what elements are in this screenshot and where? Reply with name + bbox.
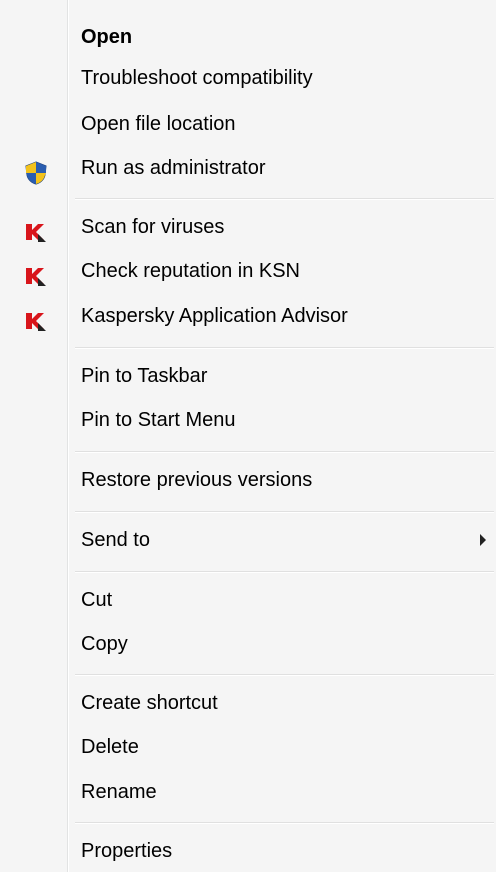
menu-item-label: Kaspersky Application Advisor xyxy=(81,305,348,327)
menu-separator xyxy=(75,822,494,824)
menu-item-label: Restore previous versions xyxy=(81,469,313,491)
menu-item-label: Scan for viruses xyxy=(81,216,225,238)
menu-item-troubleshoot-compatibility[interactable]: Troubleshoot compatibility xyxy=(6,56,490,100)
kaspersky-icon xyxy=(24,216,48,242)
menu-item-check-reputation-in-ksn[interactable]: Check reputation in KSN xyxy=(6,249,490,293)
menu-item-label: Check reputation in KSN xyxy=(81,260,301,282)
menu-item-label: Create shortcut xyxy=(81,692,218,714)
menu-item-open[interactable]: Open xyxy=(6,15,490,59)
menu-item-pin-to-start-menu[interactable]: Pin to Start Menu xyxy=(6,398,490,442)
menu-item-create-shortcut[interactable]: Create shortcut xyxy=(6,681,490,725)
menu-item-label: Copy xyxy=(81,633,128,655)
menu-item-kaspersky-application-advisor[interactable]: Kaspersky Application Advisor xyxy=(6,294,490,338)
menu-item-label: Open xyxy=(81,26,133,48)
menu-item-label: Troubleshoot compatibility xyxy=(81,67,313,89)
menu-item-label: Open file location xyxy=(81,113,236,135)
menu-separator xyxy=(75,347,494,349)
menu-item-run-as-administrator[interactable]: Run as administrator xyxy=(6,146,490,190)
kaspersky-icon xyxy=(24,305,48,331)
menu-item-scan-for-viruses[interactable]: Scan for viruses xyxy=(6,205,490,249)
context-menu: Open Troubleshoot compatibility Open fil… xyxy=(0,0,496,872)
menu-item-label: Run as administrator xyxy=(81,157,266,179)
uac-shield-icon xyxy=(24,157,48,185)
menu-separator xyxy=(75,571,494,573)
menu-item-send-to[interactable]: Send to xyxy=(6,518,490,562)
menu-item-rename[interactable]: Rename xyxy=(6,770,490,814)
submenu-arrow-icon xyxy=(480,534,486,546)
menu-separator xyxy=(75,451,494,453)
menu-item-properties[interactable]: Properties xyxy=(6,829,490,873)
kaspersky-icon xyxy=(24,260,48,286)
menu-item-label: Send to xyxy=(81,529,150,551)
menu-item-cut[interactable]: Cut xyxy=(6,578,490,622)
menu-item-label: Delete xyxy=(81,736,139,758)
menu-separator xyxy=(75,674,494,676)
menu-item-label: Cut xyxy=(81,589,113,611)
menu-item-label: Rename xyxy=(81,781,157,803)
menu-separator xyxy=(75,198,494,200)
menu-item-label: Pin to Start Menu xyxy=(81,409,236,431)
menu-separator xyxy=(75,511,494,513)
menu-item-restore-previous-versions[interactable]: Restore previous versions xyxy=(6,458,490,502)
menu-item-open-file-location[interactable]: Open file location xyxy=(6,102,490,146)
menu-item-pin-to-taskbar[interactable]: Pin to Taskbar xyxy=(6,354,490,398)
menu-item-copy[interactable]: Copy xyxy=(6,622,490,666)
menu-item-label: Pin to Taskbar xyxy=(81,365,208,387)
menu-item-label: Properties xyxy=(81,840,173,862)
menu-item-delete[interactable]: Delete xyxy=(6,725,490,769)
